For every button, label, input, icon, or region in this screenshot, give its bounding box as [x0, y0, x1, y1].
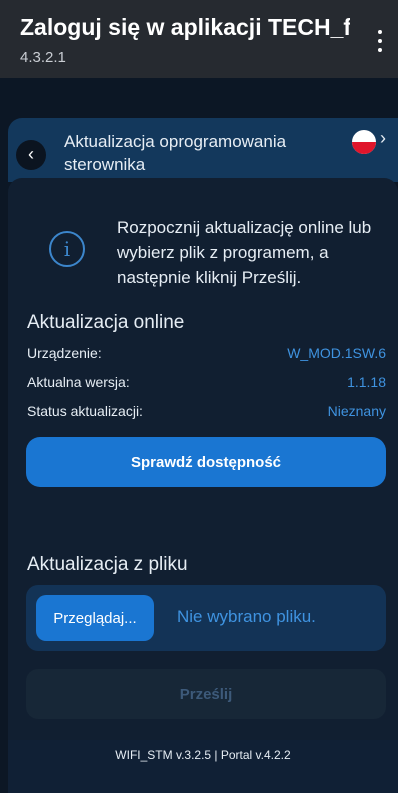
- no-file-text: Nie wybrano pliku.: [177, 607, 316, 626]
- update-status-label: Status aktualizacji:: [27, 403, 143, 419]
- app-title: Zaloguj się w aplikacji TECH_fb...: [20, 14, 350, 40]
- footer: WIFI_STM v.3.2.5 | Portal v.4.2.2: [8, 740, 398, 793]
- info-message: Rozpocznij aktualizację online lub wybie…: [117, 218, 372, 287]
- more-vert-icon[interactable]: [376, 30, 384, 52]
- check-availability-button[interactable]: Sprawdź dostępność: [26, 437, 386, 487]
- browse-button[interactable]: Przeglądaj...: [36, 595, 154, 641]
- device-value: W_MOD.1SW.6: [287, 345, 386, 361]
- update-status-value: Nieznany: [327, 403, 386, 419]
- update-card: i Rozpocznij aktualizację online lub wyb…: [8, 178, 398, 740]
- file-input[interactable]: Przeglądaj... Nie wybrano pliku.: [26, 585, 386, 651]
- chevron-right-icon[interactable]: ›: [380, 128, 386, 149]
- info-icon: i: [49, 231, 85, 267]
- send-button[interactable]: Prześlij: [26, 669, 386, 719]
- poland-flag-icon[interactable]: [352, 130, 376, 154]
- page-header: ‹ Aktualizacja oprogramowania sterownika…: [8, 118, 398, 182]
- device-label: Urządzenie:: [27, 345, 102, 361]
- back-button[interactable]: ‹: [16, 140, 46, 170]
- page-title: Aktualizacja oprogramowania sterownika: [64, 132, 287, 174]
- file-update-title: Aktualizacja z pliku: [27, 554, 188, 575]
- current-version-label: Aktualna wersja:: [27, 374, 130, 390]
- current-version-value: 1.1.18: [347, 374, 386, 390]
- online-update-title: Aktualizacja online: [27, 312, 185, 333]
- app-bar: Zaloguj się w aplikacji TECH_fb... 4.3.2…: [0, 0, 398, 78]
- chevron-left-icon: ‹: [28, 144, 34, 164]
- footer-version-text: WIFI_STM v.3.2.5 | Portal v.4.2.2: [115, 748, 291, 762]
- app-version: 4.3.2.1: [20, 49, 66, 66]
